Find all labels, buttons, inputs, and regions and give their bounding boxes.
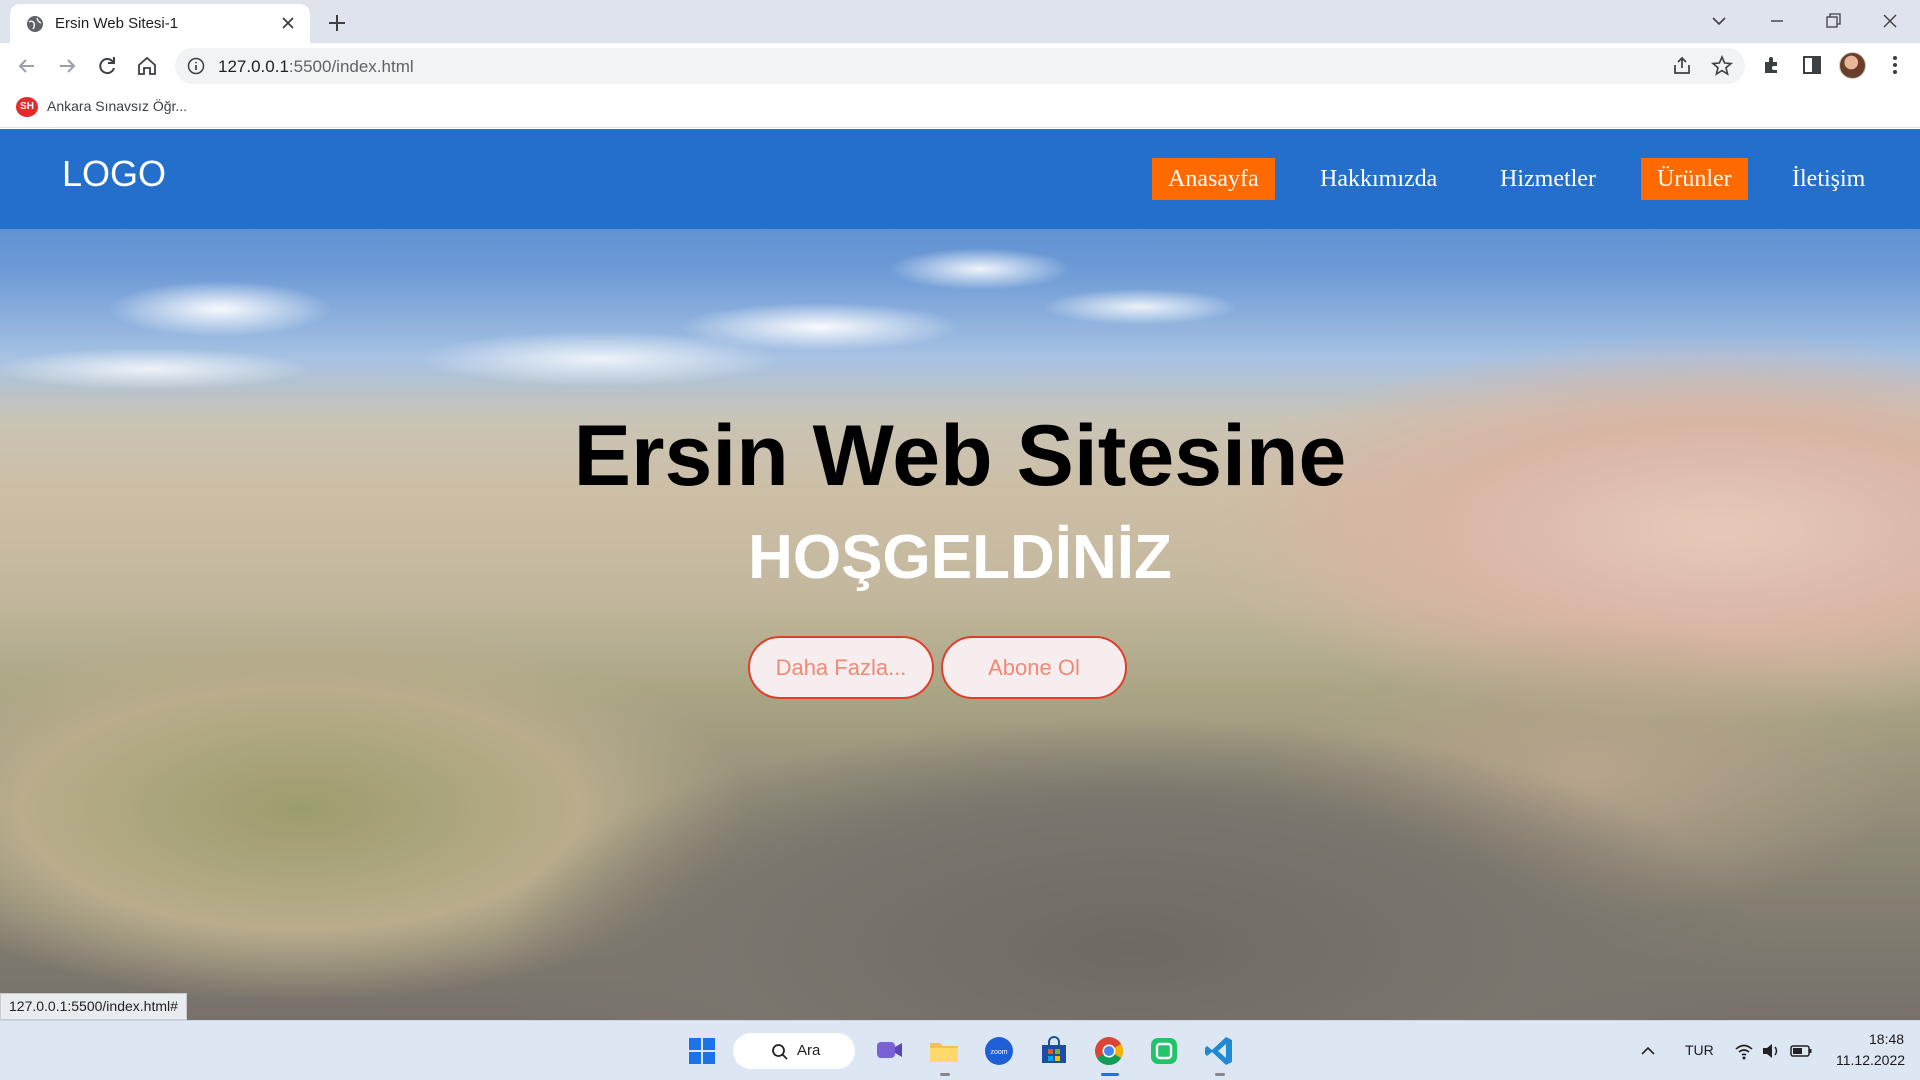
clock-date[interactable]: 11.12.2022 [1836,1052,1905,1068]
minimize-icon[interactable] [1764,8,1790,34]
volume-icon[interactable] [1760,1040,1782,1062]
link-status-bubble: 127.0.0.1:5500/index.html# [0,993,187,1020]
url-path: :5500/index.html [288,57,414,76]
search-label: Ara [797,1042,821,1059]
active-indicator [1101,1073,1119,1076]
file-explorer-icon[interactable] [926,1033,962,1069]
running-indicator [1215,1073,1225,1076]
hero-subheadline: HOŞGELDİNİZ [748,523,1172,592]
tab-title: Ersin Web Sitesi-1 [55,15,179,32]
site-logo[interactable]: LOGO [62,153,166,195]
chevron-up-icon[interactable] [1636,1039,1660,1063]
close-window-icon[interactable] [1877,8,1903,34]
restore-icon[interactable] [1820,8,1846,34]
bookmark-item[interactable]: Ankara Sınavsız Öğr... [47,98,187,114]
profile-avatar[interactable] [1839,52,1866,79]
windows-start-icon[interactable] [684,1033,720,1069]
app-icon[interactable] [1146,1033,1182,1069]
running-indicator [940,1073,950,1076]
reload-icon[interactable] [93,52,121,80]
vscode-icon[interactable] [1201,1033,1237,1069]
back-icon[interactable] [13,52,41,80]
side-panel-icon[interactable] [1799,52,1825,78]
site-navbar: LOGO Anasayfa Hakkımızda Hizmetler Ürünl… [0,129,1920,229]
close-tab-icon[interactable] [278,13,298,33]
nav-link-anasayfa[interactable]: Anasayfa [1152,158,1275,200]
wifi-icon[interactable] [1733,1040,1755,1062]
clock-time[interactable]: 18:48 [1869,1031,1904,1047]
globe-icon [27,16,43,32]
url-host: 127.0.0.1 [218,57,289,76]
language-indicator[interactable]: TUR [1685,1042,1714,1058]
new-tab-icon[interactable] [324,10,350,36]
site-info-icon[interactable] [187,57,205,75]
windows-taskbar: Ara zoom TUR 18:48 11.12.2022 [0,1020,1920,1080]
store-icon[interactable] [1036,1033,1072,1069]
subscribe-button[interactable]: Abone Ol [941,636,1127,699]
extensions-icon[interactable] [1759,52,1785,78]
bookmarks-bar: SH Ankara Sınavsız Öğr... [0,88,1920,128]
taskbar-search[interactable]: Ara [733,1033,855,1069]
nav-link-hizmetler[interactable]: Hizmetler [1484,158,1612,200]
url-text[interactable]: 127.0.0.1:5500/index.html [218,57,414,77]
zoom-icon[interactable]: zoom [981,1033,1017,1069]
tab-search-icon[interactable] [1706,8,1732,34]
nav-link-iletisim[interactable]: İletişim [1776,158,1881,200]
browser-toolbar: 127.0.0.1:5500/index.html [0,43,1920,88]
share-icon[interactable] [1670,54,1694,78]
search-icon [772,1044,788,1060]
page-viewport: LOGO Anasayfa Hakkımızda Hizmetler Ürünl… [0,129,1920,1020]
address-bar[interactable]: 127.0.0.1:5500/index.html [175,48,1745,84]
more-button[interactable]: Daha Fazla... [748,636,934,699]
bookmark-favicon: SH [16,97,38,117]
battery-icon[interactable] [1789,1040,1813,1062]
hero-headline: Ersin Web Sitesine [573,408,1347,504]
chrome-icon[interactable] [1091,1033,1127,1069]
svg-text:zoom: zoom [990,1049,1007,1056]
menu-kebab-icon[interactable] [1882,52,1908,78]
nav-link-hakkimizda[interactable]: Hakkımızda [1304,158,1453,200]
bookmark-star-icon[interactable] [1710,54,1734,78]
tab-strip: Ersin Web Sitesi-1 [0,0,1920,43]
home-icon[interactable] [133,52,161,80]
browser-tab[interactable]: Ersin Web Sitesi-1 [10,4,310,43]
forward-icon[interactable] [53,52,81,80]
chat-icon[interactable] [871,1033,907,1069]
nav-link-urunler[interactable]: Ürünler [1641,158,1748,200]
